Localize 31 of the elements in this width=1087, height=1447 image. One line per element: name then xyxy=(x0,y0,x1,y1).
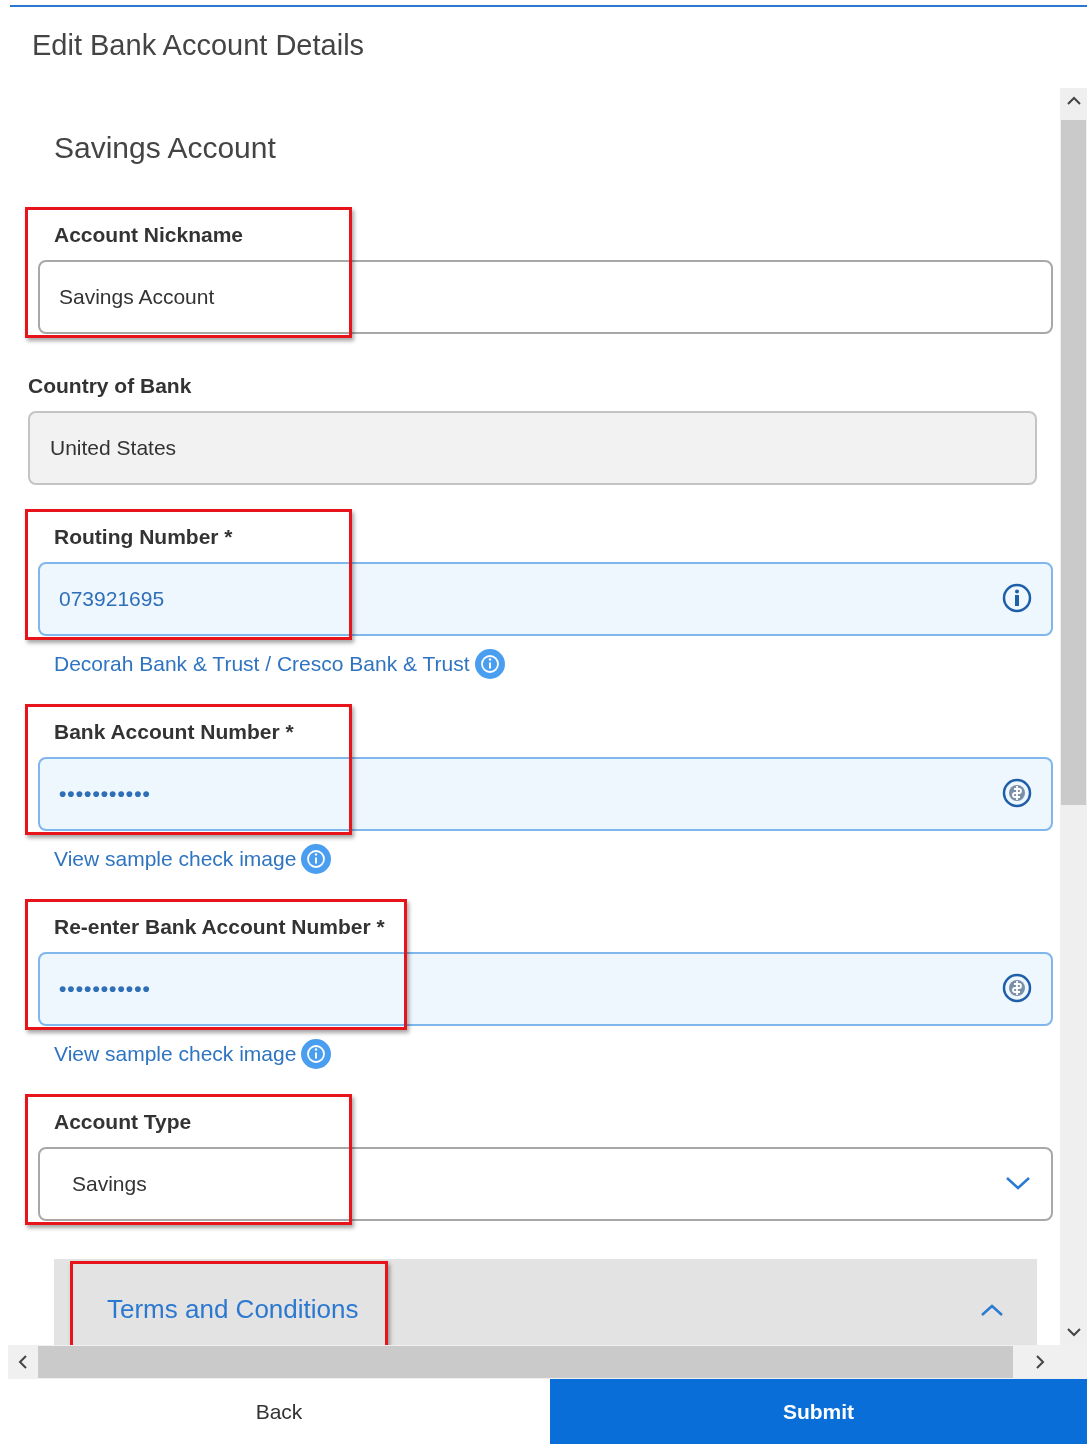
field-label: Routing Number * xyxy=(54,524,233,550)
scroll-up-icon[interactable] xyxy=(1067,96,1081,106)
section-title: Savings Account xyxy=(54,130,277,166)
horizontal-scrollbar[interactable] xyxy=(8,1345,1087,1379)
info-icon[interactable] xyxy=(300,1038,333,1070)
input-field[interactable]: ••••••••••• xyxy=(38,952,1053,1026)
dialog-title: Edit Bank Account Details xyxy=(32,28,365,63)
vertical-scrollbar[interactable] xyxy=(1060,88,1087,1345)
info-icon[interactable] xyxy=(473,648,506,680)
dropdown[interactable]: Savings xyxy=(38,1147,1053,1221)
chevron-up-icon[interactable] xyxy=(980,1303,1004,1317)
input-field[interactable]: 073921695 xyxy=(38,562,1053,636)
submit-button[interactable]: Submit xyxy=(550,1379,1087,1444)
field-label: Account Nickname xyxy=(54,222,244,248)
input-field[interactable]: ••••••••••• xyxy=(38,757,1053,831)
info-icon[interactable] xyxy=(1001,582,1033,614)
help-link[interactable]: Decorah Bank & Trust / Cresco Bank & Trust xyxy=(54,650,470,678)
field-label: Account Type xyxy=(54,1109,192,1135)
field-label: Country of Bank xyxy=(28,373,192,399)
info-icon[interactable] xyxy=(300,843,333,875)
scroll-right-icon[interactable] xyxy=(1035,1354,1045,1370)
chevron-down-icon[interactable] xyxy=(1005,1175,1031,1191)
accordion-title: Terms and Conditions xyxy=(107,1294,359,1324)
help-link[interactable]: View sample check image xyxy=(54,845,297,873)
scroll-left-icon[interactable] xyxy=(18,1354,28,1370)
terms-accordion[interactable]: Terms and Conditions xyxy=(54,1259,1037,1345)
field-label: Bank Account Number * xyxy=(54,719,294,745)
input-field[interactable]: Savings Account xyxy=(38,260,1053,334)
scroll-down-icon[interactable] xyxy=(1067,1327,1081,1337)
help-link[interactable]: View sample check image xyxy=(54,1040,297,1068)
field-label: Re-enter Bank Account Number * xyxy=(54,914,385,940)
